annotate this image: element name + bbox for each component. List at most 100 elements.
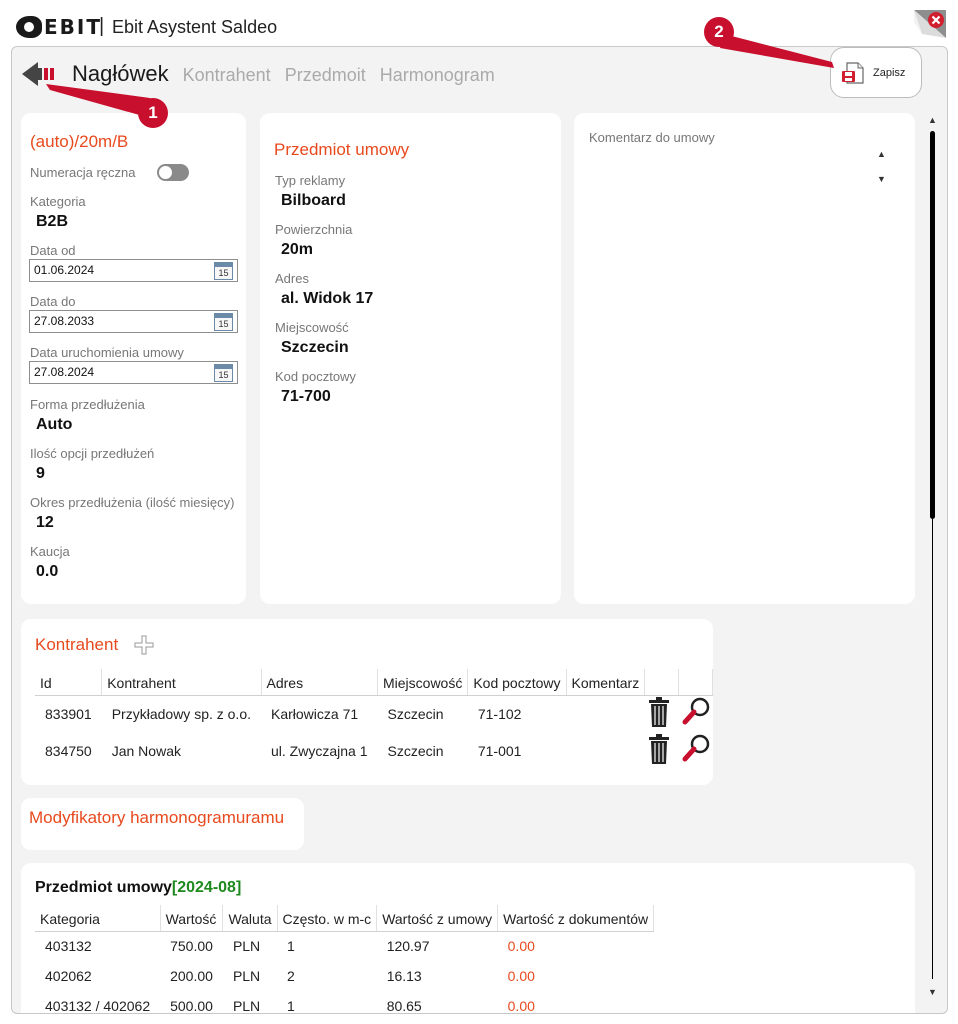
delete-button[interactable] (645, 732, 679, 769)
back-button[interactable] (22, 61, 58, 87)
extension-count-value: 9 (36, 465, 45, 482)
subject-card: Przedmiot umowy Typ reklamy Bilboard Pow… (260, 113, 561, 604)
scrollbar-thumb[interactable] (930, 131, 935, 519)
col-currency[interactable]: Waluta (222, 905, 278, 932)
ad-type-value: Bilboard (281, 192, 346, 209)
schedule-period: [2024-08] (171, 879, 242, 896)
extension-count-label: Ilość opcji przedłużeń (30, 446, 155, 461)
schedule-table: Kategoria Wartość Waluta Często. w m-c W… (35, 905, 655, 1014)
schedule-card: Przedmiot umowy[2024-08] Kategoria Warto… (21, 863, 915, 1014)
col-city[interactable]: Miejscowość (377, 669, 469, 696)
annotation-marker-2: 2 (704, 17, 734, 47)
extension-period-label: Okres przedłużenia (ilość miesięcy) (30, 495, 235, 510)
logo-text: EBIT (44, 15, 102, 39)
col-postal-code[interactable]: Kod pocztowy (467, 669, 567, 696)
save-button[interactable]: Zapisz (830, 47, 922, 98)
title-separator: | (99, 15, 105, 37)
launch-date-field[interactable]: 27.08.2024 15 (29, 361, 238, 384)
cell-contractor: Przykładowy sp. z o.o. (111, 705, 251, 722)
comment-card[interactable]: Komentarz do umowy ▲ ▼ (574, 113, 915, 604)
modifiers-card[interactable]: Modyfikatory harmonogramuramu (21, 798, 304, 850)
table-row[interactable]: 833901 Przykładowy sp. z o.o. Karłowicza… (35, 695, 713, 732)
save-file-icon (842, 61, 864, 84)
cell-category: 403132 / 402062 (45, 998, 151, 1014)
trash-icon (648, 734, 669, 764)
cell-city: Szczecin (387, 705, 444, 722)
table-header-row: Id Kontrahent Adres Miejscowość Kod pocz… (35, 669, 713, 696)
col-value[interactable]: Wartość (160, 905, 224, 932)
cell-frequency: 1 (287, 938, 295, 955)
details-button[interactable] (679, 695, 713, 732)
manual-numbering-label: Numeracja ręczna (30, 165, 136, 180)
subject-title: Przedmiot umowy (274, 140, 410, 159)
schedule-title: Przedmiot umowy[2024-08] (35, 879, 241, 897)
title-bar: EBIT | Ebit Asystent Saldeo (0, 0, 958, 46)
cell-postal-code: 71-102 (477, 705, 522, 722)
table-row[interactable]: 402062 200.00 PLN 2 16.13 0.00 (35, 961, 654, 991)
close-icon (914, 10, 946, 38)
header-card: (auto)/20m/B Numeracja ręczna Kategoria … (21, 113, 246, 604)
contractors-card: Kontrahent Id Kontrahent Adres Miejscowo… (21, 619, 713, 785)
cell-comment (566, 695, 645, 732)
table-header-row: Kategoria Wartość Waluta Często. w m-c W… (35, 905, 655, 932)
cell-value: 750.00 (170, 938, 213, 955)
tab-harmonogram[interactable]: Harmonogram (380, 65, 495, 86)
col-comment[interactable]: Komentarz (566, 669, 646, 696)
scrollbar-track (932, 519, 933, 979)
table-row[interactable]: 403132 750.00 PLN 1 120.97 0.00 (35, 931, 654, 961)
cell-value: 500.00 (170, 998, 213, 1014)
scroll-down-icon[interactable]: ▼ (928, 987, 937, 997)
cell-frequency: 1 (287, 998, 295, 1014)
col-id[interactable]: Id (35, 669, 103, 696)
cell-category: 402062 (45, 968, 92, 984)
contract-number: (auto)/20m/B (30, 132, 129, 151)
tab-przedmoit[interactable]: Przedmoit (285, 65, 366, 86)
schedule-table-wrap: Kategoria Wartość Waluta Często. w m-c W… (35, 905, 655, 1014)
extension-form-value: Auto (36, 416, 73, 433)
col-contractor[interactable]: Kontrahent (101, 669, 262, 696)
calendar-icon[interactable]: 15 (214, 262, 233, 280)
cell-contract-value: 120.97 (386, 938, 430, 955)
tab-kontrahent[interactable]: Kontrahent (183, 65, 271, 86)
table-row[interactable]: 403132 / 402062 500.00 PLN 1 80.65 0.00 (35, 991, 654, 1014)
table-row[interactable]: 834750 Jan Nowak ul. Zwyczajna 1 Szczeci… (35, 732, 713, 769)
calendar-icon[interactable]: 15 (214, 313, 233, 331)
cell-category: 403132 (45, 938, 92, 955)
postal-code-label: Kod pocztowy (275, 369, 356, 384)
date-from-field[interactable]: 01.06.2024 15 (29, 259, 238, 282)
ad-type-label: Typ reklamy (275, 173, 346, 188)
annotation-marker-1: 1 (138, 98, 168, 128)
calendar-icon[interactable]: 15 (214, 364, 233, 382)
col-category[interactable]: Kategoria (35, 905, 161, 932)
launch-date-label: Data uruchomienia umowy (30, 345, 184, 360)
back-arrow-icon (22, 62, 54, 86)
date-from-label: Data od (30, 243, 76, 258)
scroll-up-icon[interactable]: ▲ (877, 149, 886, 159)
vertical-scrollbar[interactable]: ▲ ▼ (926, 113, 938, 1003)
address-value: al. Widok 17 (281, 290, 374, 307)
col-frequency[interactable]: Często. w m-c (277, 905, 378, 932)
col-document-value[interactable]: Wartość z dokumentów (497, 905, 655, 932)
cell-currency: PLN (232, 998, 261, 1014)
col-address[interactable]: Adres (261, 669, 378, 696)
extension-form-label: Forma przedłużenia (30, 397, 145, 412)
scroll-down-icon[interactable]: ▼ (877, 174, 886, 184)
add-contractor-button[interactable] (134, 635, 154, 660)
date-from-value: 01.06.2024 (34, 263, 95, 277)
scroll-up-icon[interactable]: ▲ (928, 115, 937, 125)
manual-numbering-toggle[interactable] (157, 164, 189, 181)
cell-comment (566, 732, 645, 769)
trash-icon (648, 697, 669, 728)
logo-mark (16, 16, 42, 38)
category-label: Kategoria (30, 194, 86, 209)
details-button[interactable] (679, 732, 713, 769)
contractors-title: Kontrahent (35, 635, 119, 654)
col-contract-value[interactable]: Wartość z umowy (376, 905, 499, 932)
tab-naglowek[interactable]: Nagłówek (72, 61, 169, 87)
date-to-field[interactable]: 27.08.2033 15 (29, 310, 238, 333)
delete-button[interactable] (645, 695, 679, 732)
comment-label: Komentarz do umowy (589, 130, 715, 145)
category-value: B2B (36, 213, 69, 230)
close-button[interactable] (912, 8, 948, 40)
cell-address: Karłowicza 71 (271, 705, 359, 722)
